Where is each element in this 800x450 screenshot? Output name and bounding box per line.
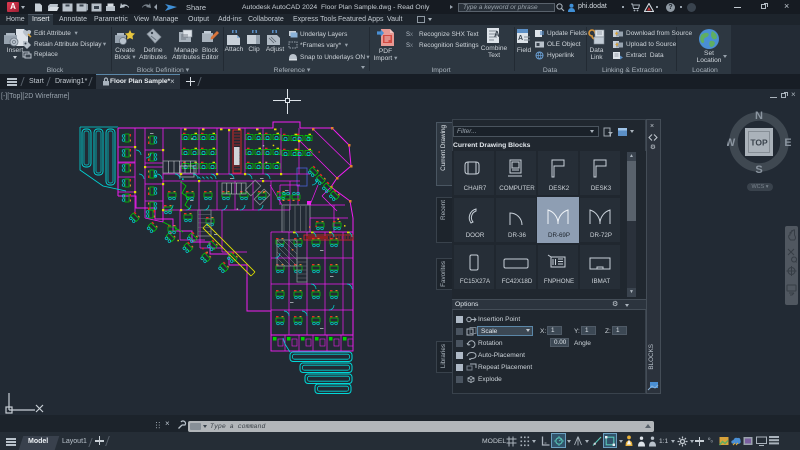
svg-text:W: W (727, 137, 736, 149)
svg-text:S: S (755, 164, 762, 174)
svg-text:A: A (518, 35, 523, 42)
svg-text:A: A (494, 30, 500, 39)
svg-text:TOP: TOP (750, 138, 768, 148)
svg-text:Sx: Sx (406, 43, 413, 49)
svg-text:E: E (784, 137, 791, 149)
svg-text:Sx: Sx (406, 32, 413, 38)
svg-text:N: N (755, 110, 763, 122)
